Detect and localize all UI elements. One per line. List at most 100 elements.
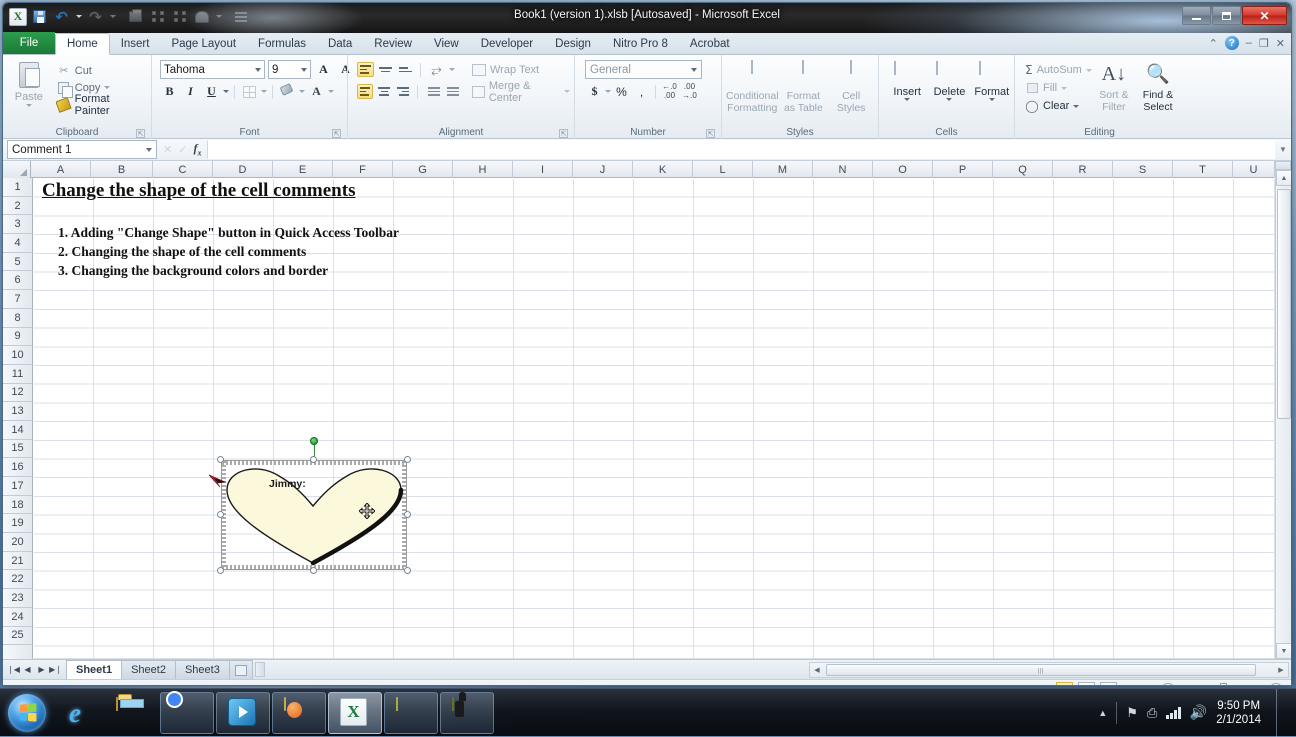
column-header-h[interactable]: H bbox=[453, 161, 513, 178]
cell-styles-button[interactable]: Cell Styles bbox=[828, 62, 874, 114]
row-header-7[interactable]: 7 bbox=[3, 290, 32, 309]
restore-button[interactable] bbox=[1212, 6, 1241, 25]
insert-worksheet-icon[interactable] bbox=[229, 660, 253, 679]
google-chrome-icon[interactable] bbox=[160, 692, 214, 734]
align-left-button[interactable] bbox=[357, 84, 373, 99]
column-header-k[interactable]: K bbox=[633, 161, 693, 178]
column-header-q[interactable]: Q bbox=[993, 161, 1053, 178]
row-header-5[interactable]: 5 bbox=[3, 253, 32, 272]
delete-cells-button[interactable]: Delete bbox=[931, 62, 967, 101]
underline-button[interactable]: U bbox=[202, 82, 221, 101]
first-sheet-button[interactable]: ❘◀ bbox=[7, 663, 20, 677]
zoom-in-button[interactable]: + bbox=[1269, 683, 1283, 687]
decrease-indent-button[interactable] bbox=[424, 85, 440, 99]
camtasia-icon[interactable] bbox=[440, 692, 494, 734]
removable-media-icon[interactable]: ⎙ bbox=[1147, 705, 1157, 721]
last-sheet-button[interactable]: ▶❘ bbox=[49, 663, 62, 677]
show-hidden-icons-icon[interactable]: ▲ bbox=[1098, 708, 1107, 718]
restore-down-icon[interactable]: – bbox=[1246, 37, 1252, 49]
internet-explorer-icon[interactable]: e bbox=[48, 692, 102, 734]
conditional-formatting-button[interactable]: Conditional Formatting bbox=[726, 62, 779, 114]
paste-button[interactable]: Paste bbox=[7, 60, 51, 107]
tab-home[interactable]: Home bbox=[55, 33, 110, 55]
rotation-handle[interactable] bbox=[310, 437, 318, 445]
show-desktop-button[interactable] bbox=[1276, 689, 1286, 737]
tab-nitro-pro-8[interactable]: Nitro Pro 8 bbox=[602, 33, 679, 54]
zoom-slider[interactable] bbox=[1180, 683, 1264, 687]
sort-filter-button[interactable]: A↓ Sort & Filter bbox=[1092, 61, 1136, 113]
tab-acrobat[interactable]: Acrobat bbox=[679, 33, 741, 54]
cell-area[interactable]: Change the shape of the cell comments 1.… bbox=[34, 179, 1275, 659]
row-header-6[interactable]: 6 bbox=[3, 271, 32, 290]
tab-review[interactable]: Review bbox=[363, 33, 423, 54]
excel-icon[interactable]: X bbox=[328, 692, 382, 734]
row-header-15[interactable]: 15 bbox=[3, 440, 32, 459]
currency-dropdown-icon[interactable] bbox=[605, 90, 611, 93]
maximize-window-icon[interactable]: ❐ bbox=[1259, 37, 1269, 50]
previous-sheet-button[interactable]: ◀ bbox=[21, 663, 34, 677]
row-header-24[interactable]: 24 bbox=[3, 608, 32, 627]
clipboard-dialog-launcher[interactable]: ⇱ bbox=[136, 129, 145, 138]
horizontal-scrollbar[interactable]: ◀ ▶ bbox=[809, 662, 1289, 678]
tab-developer[interactable]: Developer bbox=[470, 33, 544, 54]
network-signal-icon[interactable] bbox=[1166, 707, 1181, 719]
scroll-down-button[interactable]: ▼ bbox=[1276, 643, 1292, 659]
orientation-dropdown-icon[interactable] bbox=[449, 68, 455, 71]
percent-button[interactable]: % bbox=[612, 82, 631, 101]
row-header-19[interactable]: 19 bbox=[3, 514, 32, 533]
row-header-11[interactable]: 11 bbox=[3, 365, 32, 384]
merge-center-dropdown-icon[interactable] bbox=[564, 90, 570, 93]
vertical-scroll-thumb[interactable] bbox=[1277, 189, 1291, 419]
column-header-o[interactable]: O bbox=[873, 161, 933, 178]
fill-color-dropdown-icon[interactable] bbox=[299, 90, 305, 93]
align-top-button[interactable] bbox=[357, 62, 374, 77]
font-size-dropdown-icon[interactable] bbox=[301, 68, 307, 72]
column-header-b[interactable]: B bbox=[91, 161, 153, 178]
row-header-1[interactable]: 1 bbox=[3, 178, 32, 197]
align-center-button[interactable] bbox=[376, 84, 392, 99]
column-header-i[interactable]: I bbox=[513, 161, 573, 178]
normal-view-button[interactable] bbox=[1056, 682, 1073, 686]
scroll-right-button[interactable]: ▶ bbox=[1274, 663, 1288, 677]
format-cells-button[interactable]: Format bbox=[974, 62, 1010, 101]
row-header-13[interactable]: 13 bbox=[3, 402, 32, 421]
help-icon[interactable]: ? bbox=[1225, 36, 1239, 50]
row-header-23[interactable]: 23 bbox=[3, 589, 32, 608]
font-name-dropdown-icon[interactable] bbox=[255, 68, 261, 72]
minimize-button[interactable] bbox=[1182, 6, 1211, 25]
row-header-12[interactable]: 12 bbox=[3, 384, 32, 403]
sheet-tab-sheet1[interactable]: Sheet1 bbox=[66, 660, 122, 679]
paste-dropdown-icon[interactable] bbox=[26, 104, 32, 107]
comma-button[interactable]: , bbox=[632, 82, 651, 101]
increase-indent-button[interactable] bbox=[443, 85, 459, 99]
resize-handle-e[interactable] bbox=[404, 511, 411, 518]
tab-view[interactable]: View bbox=[423, 33, 470, 54]
row-header-18[interactable]: 18 bbox=[3, 496, 32, 515]
italic-button[interactable]: I bbox=[181, 82, 200, 101]
orientation-icon[interactable]: ⥂ bbox=[427, 60, 446, 79]
name-box[interactable]: Comment 1 bbox=[7, 140, 157, 159]
font-size-combo[interactable]: 9 bbox=[268, 60, 311, 79]
horizontal-scroll-thumb[interactable] bbox=[826, 664, 1256, 676]
cut-button[interactable]: ✂ Cut bbox=[57, 62, 147, 79]
borders-icon[interactable] bbox=[240, 82, 259, 101]
resize-handle-w[interactable] bbox=[217, 511, 224, 518]
row-header-20[interactable]: 20 bbox=[3, 533, 32, 552]
scroll-up-button[interactable]: ▲ bbox=[1276, 170, 1292, 186]
find-select-button[interactable]: 🔍 Find & Select bbox=[1136, 61, 1180, 113]
bold-button[interactable]: B bbox=[160, 82, 179, 101]
column-header-s[interactable]: S bbox=[1113, 161, 1173, 178]
vertical-split-box[interactable] bbox=[1275, 161, 1291, 170]
column-header-c[interactable]: C bbox=[153, 161, 213, 178]
clock[interactable]: 9:50 PM 2/1/2014 bbox=[1216, 699, 1261, 727]
column-header-a[interactable]: A bbox=[31, 161, 91, 178]
next-sheet-button[interactable]: ▶ bbox=[35, 663, 48, 677]
column-header-n[interactable]: N bbox=[813, 161, 873, 178]
row-header-25[interactable]: 25 bbox=[3, 627, 32, 646]
column-header-u[interactable]: U bbox=[1233, 161, 1275, 178]
scroll-left-button[interactable]: ◀ bbox=[810, 663, 824, 677]
delete-dropdown-icon[interactable] bbox=[946, 98, 952, 101]
close-button[interactable]: ✕ bbox=[1242, 6, 1287, 25]
font-name-combo[interactable]: Tahoma bbox=[160, 60, 265, 79]
row-header-9[interactable]: 9 bbox=[3, 328, 32, 347]
